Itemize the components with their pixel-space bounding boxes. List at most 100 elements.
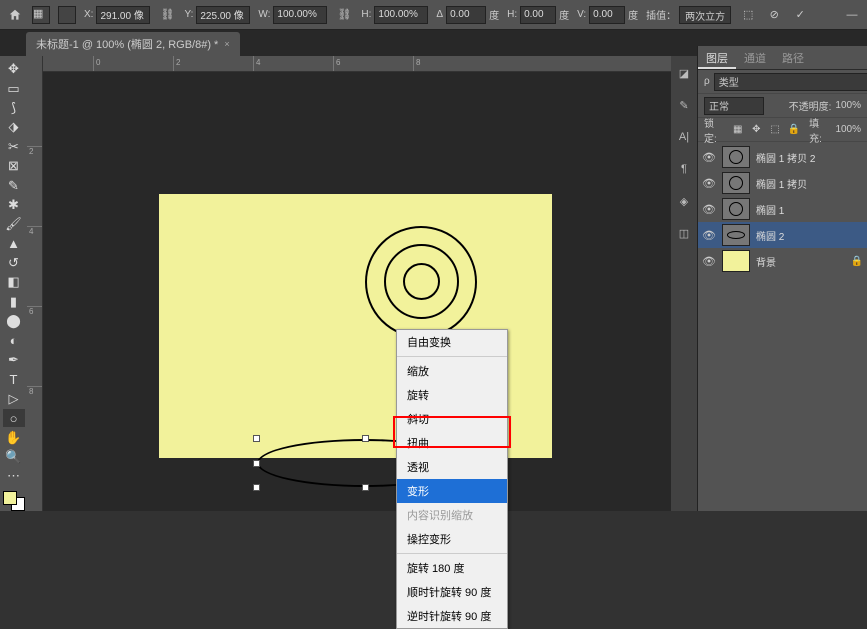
- document-tab[interactable]: 未标题-1 @ 100% (椭圆 2, RGB/8#) *×: [26, 32, 240, 56]
- lock-icon: 🔒: [851, 256, 863, 267]
- more-tools[interactable]: ⋯: [3, 467, 25, 485]
- eraser-tool[interactable]: ◧: [3, 273, 25, 291]
- layer-row[interactable]: 👁椭圆 1 拷贝 2: [698, 144, 867, 170]
- heal-tool[interactable]: ✱: [3, 196, 25, 214]
- handle-bc[interactable]: [362, 484, 369, 491]
- opacity-label: 不透明度:: [789, 98, 832, 113]
- skewv-input[interactable]: [589, 6, 625, 24]
- home-icon[interactable]: [6, 6, 24, 24]
- eyedropper-tool[interactable]: ✎: [3, 176, 25, 194]
- layer-thumb[interactable]: [722, 172, 750, 194]
- h-input[interactable]: [374, 6, 428, 24]
- zoom-tool[interactable]: 🔍: [3, 448, 25, 466]
- visibility-icon[interactable]: 👁: [702, 255, 716, 268]
- layer-thumb[interactable]: [722, 224, 750, 246]
- angle-input[interactable]: [446, 6, 486, 24]
- lock-pos-icon[interactable]: ✥: [749, 122, 764, 137]
- marquee-tool[interactable]: ▭: [3, 79, 25, 97]
- path-select-tool[interactable]: ▷: [3, 390, 25, 408]
- lock-art-icon[interactable]: ⬚: [768, 122, 783, 137]
- ellipse-inner[interactable]: [403, 263, 440, 300]
- layer-row[interactable]: 👁背景🔒: [698, 248, 867, 274]
- ctx-rotate[interactable]: 旋转: [397, 383, 507, 407]
- visibility-icon[interactable]: 👁: [702, 203, 716, 216]
- handle-bl[interactable]: [253, 484, 260, 491]
- frame-tool[interactable]: ⊠: [3, 157, 25, 175]
- visibility-icon[interactable]: 👁: [702, 151, 716, 164]
- ctx-free-transform[interactable]: 自由变换: [397, 330, 507, 354]
- warp-mode-icon[interactable]: ⬚: [739, 6, 757, 24]
- pen-tool[interactable]: ✒: [3, 351, 25, 369]
- canvas-area: 2 4 6 8 0 2 4 6 8: [27, 56, 671, 511]
- layer-thumb[interactable]: [722, 198, 750, 220]
- layer-filter[interactable]: [714, 73, 867, 91]
- para-panel-icon[interactable]: ¶: [675, 160, 693, 178]
- ctx-rotate-180[interactable]: 旋转 180 度: [397, 556, 507, 580]
- reference-point[interactable]: [58, 6, 76, 24]
- ctx-scale[interactable]: 缩放: [397, 359, 507, 383]
- layer-thumb[interactable]: [722, 250, 750, 272]
- link-wh-icon[interactable]: ⛓: [335, 6, 353, 24]
- ctx-rotate-90ccw[interactable]: 逆时针旋转 90 度: [397, 604, 507, 628]
- layer-thumb[interactable]: [722, 146, 750, 168]
- brush-tool[interactable]: 🖌: [3, 215, 25, 233]
- layer-row[interactable]: 👁椭圆 1: [698, 196, 867, 222]
- y-input[interactable]: [196, 6, 250, 24]
- tab-channels[interactable]: 通道: [736, 46, 774, 69]
- canvas[interactable]: [43, 72, 671, 511]
- interp-select[interactable]: 两次立方: [679, 6, 731, 24]
- ctx-puppet[interactable]: 操控变形: [397, 527, 507, 551]
- blend-mode[interactable]: 正常: [704, 97, 764, 115]
- char-panel-icon[interactable]: A|: [675, 128, 693, 146]
- lock-all-icon[interactable]: 🔒: [786, 122, 801, 137]
- history-panel-icon[interactable]: ◪: [675, 64, 693, 82]
- stamp-tool[interactable]: ▲: [3, 235, 25, 253]
- layer-row-selected[interactable]: 👁椭圆 2: [698, 222, 867, 248]
- transform-icon[interactable]: ▦: [32, 6, 50, 24]
- fill-label: 填充:: [809, 115, 831, 145]
- crop-tool[interactable]: ✂: [3, 138, 25, 156]
- shape-tool[interactable]: ○: [3, 409, 25, 427]
- ctx-skew[interactable]: 斜切: [397, 407, 507, 431]
- lock-pixel-icon[interactable]: ▦: [730, 122, 745, 137]
- tab-layers[interactable]: 图层: [698, 46, 736, 69]
- w-label: W:: [258, 9, 270, 20]
- brush-panel-icon[interactable]: ✎: [675, 96, 693, 114]
- skewh-input[interactable]: [520, 6, 556, 24]
- x-input[interactable]: [96, 6, 150, 24]
- link-xy-icon[interactable]: ⛓: [158, 6, 176, 24]
- close-tab-icon[interactable]: ×: [224, 39, 229, 49]
- lasso-tool[interactable]: ⟆: [3, 99, 25, 117]
- quick-select-tool[interactable]: ⬗: [3, 118, 25, 136]
- move-tool[interactable]: ✥: [3, 60, 25, 78]
- history-brush-tool[interactable]: ↺: [3, 254, 25, 272]
- handle-tl[interactable]: [253, 435, 260, 442]
- color-swatches[interactable]: [3, 491, 25, 511]
- handle-tc[interactable]: [362, 435, 369, 442]
- gradient-tool[interactable]: ▮: [3, 293, 25, 311]
- ruler-horizontal: 0 2 4 6 8: [43, 56, 671, 72]
- dodge-tool[interactable]: ◐: [3, 331, 25, 349]
- tab-paths[interactable]: 路径: [774, 46, 812, 69]
- blur-tool[interactable]: ⬤: [3, 312, 25, 330]
- lib-panel-icon[interactable]: ◈: [675, 192, 693, 210]
- fill-value[interactable]: 100%: [835, 124, 861, 135]
- prop-panel-icon[interactable]: ◫: [675, 224, 693, 242]
- skewh-label: H:: [507, 9, 517, 20]
- ctx-perspective[interactable]: 透视: [397, 455, 507, 479]
- interp-label: 插值：: [646, 7, 676, 22]
- handle-ml[interactable]: [253, 460, 260, 467]
- type-tool[interactable]: T: [3, 370, 25, 388]
- ctx-distort[interactable]: 扭曲: [397, 431, 507, 455]
- opacity-value[interactable]: 100%: [835, 100, 861, 111]
- visibility-icon[interactable]: 👁: [702, 177, 716, 190]
- layer-row[interactable]: 👁椭圆 1 拷贝: [698, 170, 867, 196]
- minimize-icon[interactable]: —: [843, 6, 861, 24]
- w-input[interactable]: [273, 6, 327, 24]
- hand-tool[interactable]: ✋: [3, 428, 25, 446]
- ctx-warp[interactable]: 变形: [397, 479, 507, 503]
- ctx-rotate-90cw[interactable]: 顺时针旋转 90 度: [397, 580, 507, 604]
- cancel-icon[interactable]: ⊘: [765, 6, 783, 24]
- commit-icon[interactable]: ✓: [791, 6, 809, 24]
- visibility-icon[interactable]: 👁: [702, 229, 716, 242]
